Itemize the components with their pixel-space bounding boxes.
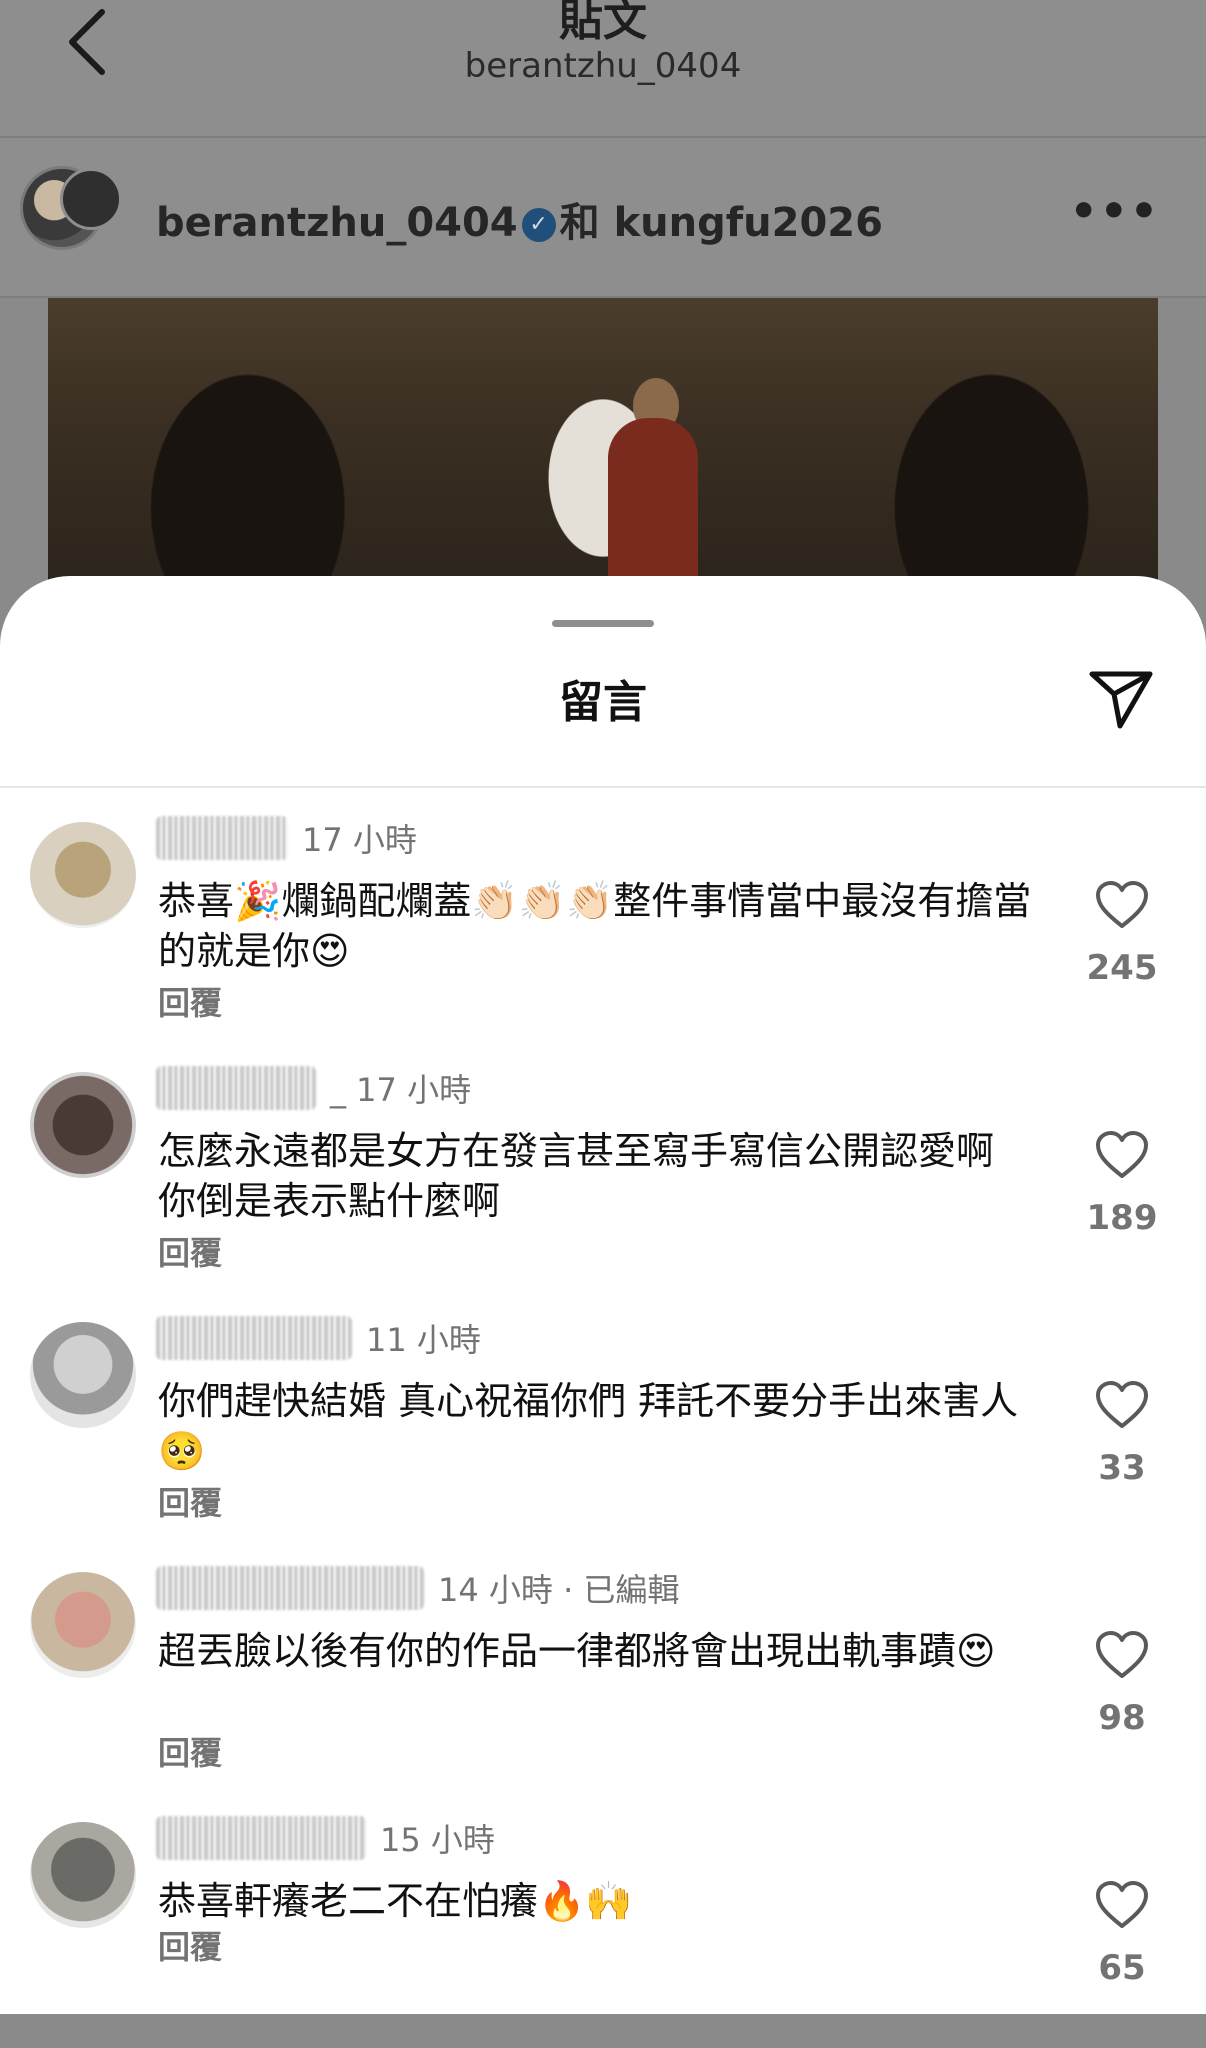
page-title: 貼文 <box>559 0 647 46</box>
post-author-row: berantzhu_0404 ✓ 和 kungfu2026 ••• <box>0 138 1206 298</box>
share-button[interactable] <box>1086 664 1156 734</box>
comment-meta: _ 17 小時 <box>156 1058 471 1118</box>
comment-item: 15 小時 恭喜軒癢老二不在怕癢🔥🙌 回覆 65 <box>0 1808 1206 2048</box>
heart-outline-icon <box>1096 881 1148 928</box>
commenter-username[interactable] <box>156 816 288 860</box>
comment-time: 17 小時 <box>302 821 417 859</box>
heart-outline-icon <box>1096 1381 1148 1428</box>
commenter-avatar[interactable] <box>30 1822 136 1928</box>
post-video-frame[interactable] <box>48 298 1158 598</box>
comment-meta: 15 小時 <box>156 1808 495 1868</box>
commenter-avatar[interactable] <box>30 1322 136 1428</box>
comment-item: 14 小時 · 已編輯 超丟臉以後有你的作品一律都將會出現出軌事蹟😍 回覆 98 <box>0 1558 1206 1798</box>
comment-time: 15 小時 <box>380 1821 495 1859</box>
collaborator-name[interactable]: kungfu2026 <box>614 200 883 246</box>
comment-meta: 14 小時 · 已編輯 <box>156 1558 679 1618</box>
heart-outline-icon <box>1096 1631 1148 1678</box>
reply-button[interactable]: 回覆 <box>158 1228 222 1274</box>
like-count: 65 <box>1098 1948 1146 1988</box>
sheet-grabber[interactable] <box>552 620 654 627</box>
comment-text: 恭喜軒癢老二不在怕癢🔥🙌 <box>158 1879 633 1923</box>
like-count: 33 <box>1098 1448 1146 1488</box>
like-button[interactable] <box>1094 1128 1150 1184</box>
like-count: 189 <box>1086 1198 1158 1238</box>
verified-badge-icon: ✓ <box>521 208 556 242</box>
commenter-username[interactable] <box>156 1066 316 1110</box>
like-button[interactable] <box>1094 1628 1150 1684</box>
reply-button[interactable]: 回覆 <box>158 1922 222 1968</box>
like-button[interactable] <box>1094 1378 1150 1434</box>
reply-button[interactable]: 回覆 <box>158 1728 222 1774</box>
reply-button[interactable]: 回覆 <box>158 978 222 1024</box>
commenter-username[interactable] <box>156 1816 366 1860</box>
like-count: 245 <box>1086 948 1158 988</box>
comment-meta: 11 小時 <box>156 1308 481 1368</box>
page-subtitle: berantzhu_0404 <box>464 46 742 86</box>
reply-button[interactable]: 回覆 <box>158 1478 222 1524</box>
commenter-username[interactable] <box>156 1566 424 1610</box>
commenter-username[interactable] <box>156 1316 352 1360</box>
heart-outline-icon <box>1096 1131 1148 1178</box>
comment-meta: 17 小時 <box>156 808 417 868</box>
post-author-line: berantzhu_0404 ✓ 和 kungfu2026 <box>156 190 883 248</box>
commenter-avatar[interactable] <box>30 1072 136 1178</box>
comments-sheet: 留言 17 小時 恭喜🎉爛鍋配爛蓋👏🏻👏🏻👏🏻整件事情當中最沒有擔當的就是你😍 … <box>0 576 1206 2014</box>
comment-item: 17 小時 恭喜🎉爛鍋配爛蓋👏🏻👏🏻👏🏻整件事情當中最沒有擔當的就是你😍 回覆 … <box>0 808 1206 1048</box>
heart-outline-icon <box>1096 1881 1148 1928</box>
comment-time: _ 17 小時 <box>330 1071 472 1109</box>
author-conjunction: 和 <box>559 200 600 246</box>
like-count: 98 <box>1098 1698 1146 1738</box>
sheet-title: 留言 <box>559 677 647 728</box>
comment-time: 11 小時 <box>366 1321 481 1359</box>
more-options-button[interactable]: ••• <box>1070 186 1160 237</box>
collaborator-avatar[interactable] <box>60 168 122 230</box>
like-button[interactable] <box>1094 1878 1150 1934</box>
comment-text: 超丟臉以後有你的作品一律都將會出現出軌事蹟😍 <box>158 1629 996 1673</box>
sheet-divider <box>0 786 1206 788</box>
comment-text: 恭喜🎉爛鍋配爛蓋👏🏻👏🏻👏🏻整件事情當中最沒有擔當的就是你😍 <box>158 879 1032 973</box>
author-name[interactable]: berantzhu_0404 <box>156 200 518 246</box>
post-image-figure <box>608 418 698 598</box>
comment-text: 你們趕快結婚 真心祝福你們 拜託不要分手出來害人🥺 <box>158 1379 1019 1473</box>
comment-time: 14 小時 · 已編輯 <box>438 1571 680 1609</box>
comment-text: 怎麼永遠都是女方在發言甚至寫手寫信公開認愛啊 你倒是表示點什麼啊 <box>158 1129 995 1223</box>
comment-item: _ 17 小時 怎麼永遠都是女方在發言甚至寫手寫信公開認愛啊 你倒是表示點什麼啊… <box>0 1058 1206 1298</box>
commenter-avatar[interactable] <box>30 822 136 928</box>
comment-item: 11 小時 你們趕快結婚 真心祝福你們 拜託不要分手出來害人🥺 回覆 33 <box>0 1308 1206 1548</box>
like-button[interactable] <box>1094 878 1150 934</box>
paper-plane-icon <box>1089 671 1153 729</box>
commenter-avatar[interactable] <box>30 1572 136 1678</box>
post-header: 貼文 berantzhu_0404 <box>0 0 1206 138</box>
